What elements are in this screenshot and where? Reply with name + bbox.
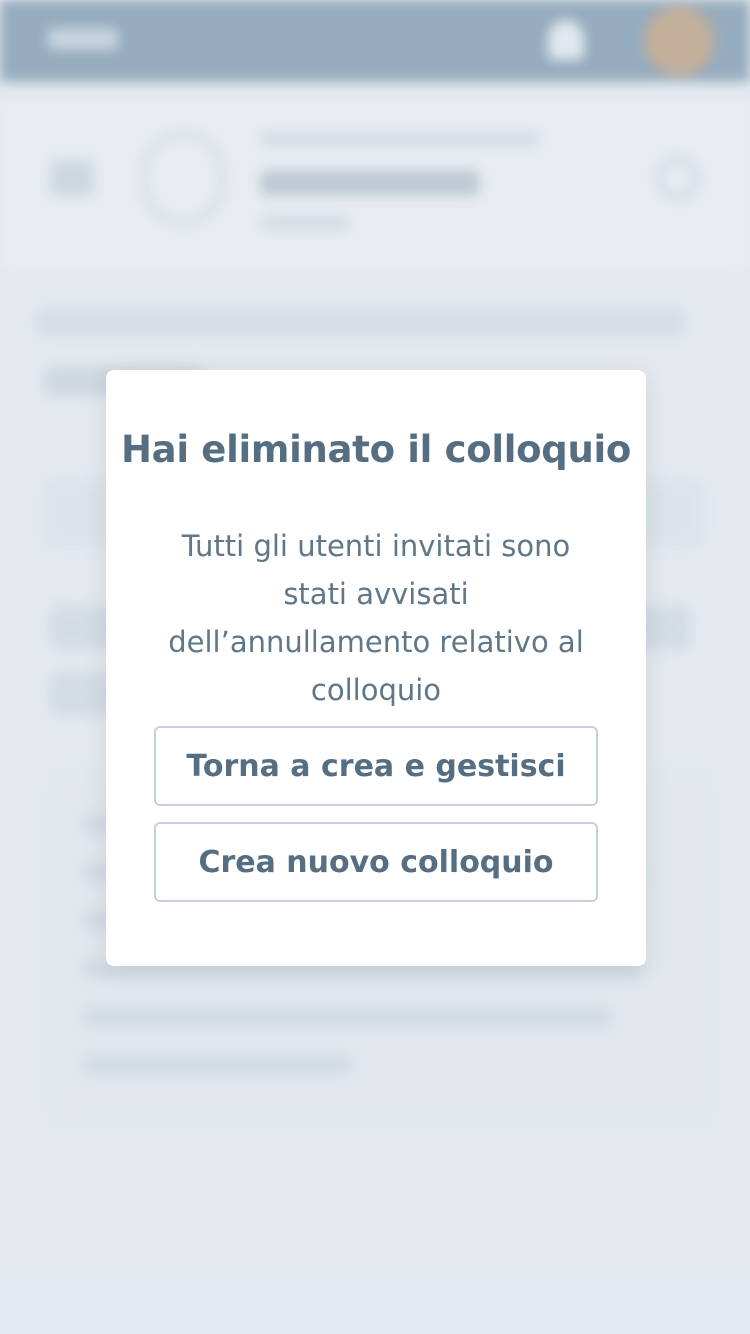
dialog-message: Tutti gli utenti invitati sono stati avv… — [168, 529, 584, 707]
confirmation-dialog: Hai eliminato il colloquio Tutti gli ute… — [106, 370, 646, 966]
create-new-interview-button[interactable]: Crea nuovo colloquio — [154, 822, 598, 902]
back-to-manage-button[interactable]: Torna a crea e gestisci — [154, 726, 598, 806]
dialog-title: Hai eliminato il colloquio — [120, 428, 631, 471]
